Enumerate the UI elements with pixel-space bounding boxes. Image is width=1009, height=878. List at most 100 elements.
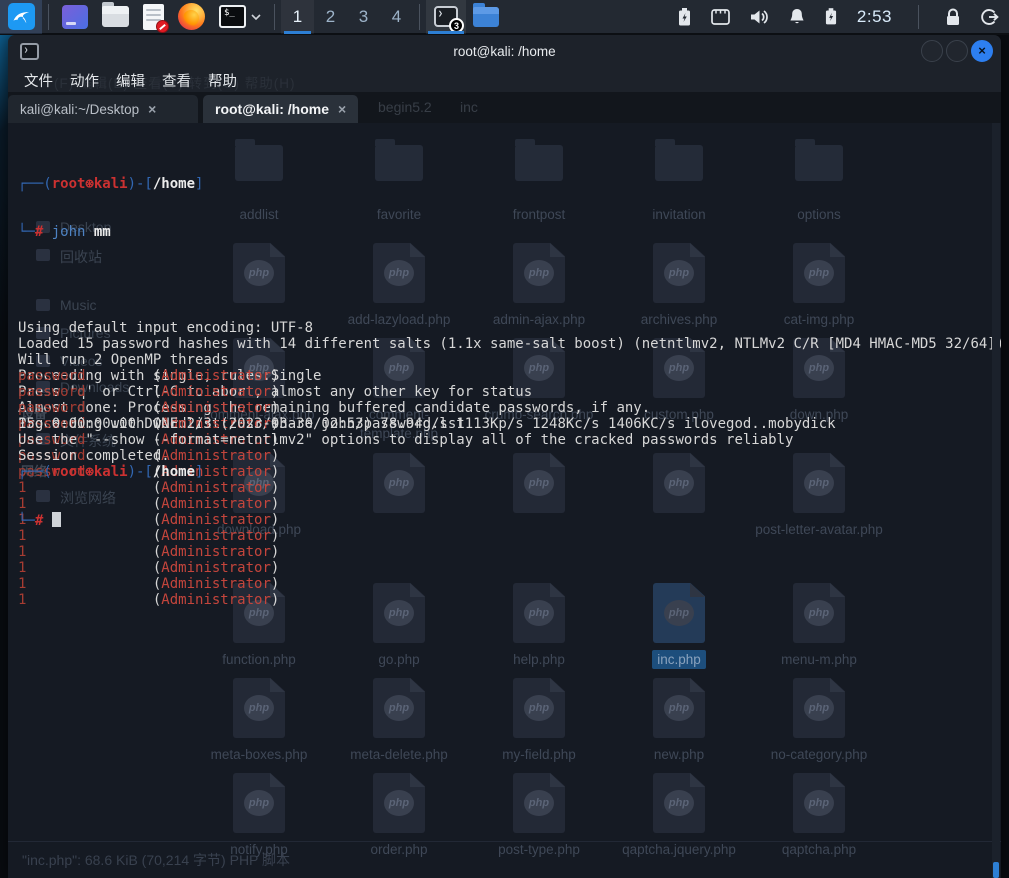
tray-separator (918, 5, 919, 29)
window-app-icon (62, 5, 88, 29)
blue-folder-icon (473, 7, 499, 27)
background-file-row: phpnotify.phpphporder.phpphppost-type.ph… (189, 773, 889, 859)
system-tray: 2:53 (678, 5, 1009, 29)
volume-icon[interactable] (750, 9, 769, 25)
php-file-icon: php (793, 773, 845, 833)
taskbar-file-manager[interactable] (466, 0, 506, 34)
workspace-3[interactable]: 3 (347, 0, 380, 34)
tab-label: kali@kali:~/Desktop (20, 102, 139, 117)
workspace-1[interactable]: 1 (281, 0, 314, 34)
cracked-password-line: 1(Administrator) (18, 576, 991, 592)
cracked-password-line: 1(Administrator) (18, 560, 991, 576)
command-line: └─# john mm (18, 224, 991, 240)
tray-app-icon[interactable] (711, 9, 730, 25)
lock-screen-icon[interactable] (945, 8, 961, 26)
close-button[interactable]: × (971, 40, 993, 62)
background-php-file: phpqaptcha.jquery.php (609, 773, 749, 859)
prompt-line: ┌──(root⊛kali)-[/home] (18, 176, 991, 192)
launcher-window-manager[interactable] (55, 0, 95, 34)
menu-actions[interactable]: 动作 (70, 70, 99, 91)
notification-bell-icon[interactable] (789, 8, 805, 25)
php-file-icon: php (653, 678, 705, 738)
php-file-icon: php (513, 773, 565, 833)
kali-logo-icon (8, 3, 35, 30)
workspace-4[interactable]: 4 (380, 0, 413, 34)
launcher-file-manager[interactable] (95, 0, 136, 34)
document-icon (143, 4, 164, 30)
john-output-block: Using default input encoding: UTF-8Loade… (18, 272, 991, 288)
background-php-file: phpnotify.php (189, 773, 329, 859)
window-titlebar[interactable]: ❯ root@kali: /home × (8, 35, 1001, 68)
folder-icon (102, 6, 129, 27)
terminal-viewport[interactable]: Desktop回收站MusicPicturesVideosDownloads设备… (8, 123, 1001, 878)
terminal-icon: $_ (219, 5, 246, 28)
background-breadcrumb: begin5.2 (378, 99, 432, 115)
kali-menu-button[interactable] (0, 0, 42, 34)
background-php-file: phpmy-field.php (469, 678, 609, 764)
php-file-icon: php (653, 773, 705, 833)
panel-separator (48, 4, 49, 30)
summary-line: Session completed. (18, 448, 991, 464)
launcher-firefox[interactable] (171, 0, 212, 34)
top-panel: $_ 1 2 3 4 ❯ 3 2:53 (0, 0, 1009, 35)
panel-separator (419, 4, 420, 30)
php-file-icon: php (373, 678, 425, 738)
window-count-badge: 3 (449, 18, 464, 33)
php-file-icon: php (373, 773, 425, 833)
cracked-password-line: 1(Administrator) (18, 528, 991, 544)
background-php-file: phpmeta-boxes.php (189, 678, 329, 764)
background-php-file: phpno-category.php (749, 678, 889, 764)
battery-indicator-icon[interactable] (825, 8, 837, 25)
clock[interactable]: 2:53 (857, 7, 892, 27)
firefox-icon (178, 3, 205, 30)
chevron-down-icon[interactable] (251, 14, 261, 20)
terminal-scrollbar[interactable] (992, 123, 1000, 878)
workspace-2[interactable]: 2 (314, 0, 347, 34)
php-file-icon: php (233, 678, 285, 738)
background-statusbar-text: "inc.php": 68.6 KiB (70,214 字节) PHP 脚本 (22, 850, 290, 870)
menu-bar: (F) 编辑(E) 查看(V) 转到(G) 帮助(H) 文件 动作 编辑 查看 … (8, 68, 1001, 92)
tab-desktop[interactable]: kali@kali:~/Desktop × (8, 95, 198, 123)
tab-home-active[interactable]: root@kali: /home × (203, 95, 358, 123)
maximize-button[interactable] (946, 40, 968, 62)
terminal-output: ┌──(root⊛kali)-[/home] └─# john mm Using… (8, 123, 991, 560)
tab-label: root@kali: /home (215, 101, 329, 117)
cracked-password-line: 1(Administrator) (18, 496, 991, 512)
tab-close-icon[interactable]: × (338, 101, 346, 117)
cracked-password-line: 1(Administrator) (18, 480, 991, 496)
tab-bar: kali@kali:~/Desktop × root@kali: /home ×… (8, 92, 1001, 123)
menu-file[interactable]: 文件 (24, 70, 53, 91)
output-line: Will run 2 OpenMP threads (18, 352, 991, 368)
menu-edit[interactable]: 编辑 (116, 70, 145, 91)
background-php-file: phporder.php (329, 773, 469, 859)
logout-icon[interactable] (981, 8, 999, 26)
background-php-file: phpnew.php (609, 678, 749, 764)
background-php-file: phppost-type.php (469, 773, 609, 859)
cracked-password-line: 1(Administrator) (18, 544, 991, 560)
php-file-icon: php (233, 773, 285, 833)
edit-badge-icon (156, 20, 169, 33)
tab-close-icon[interactable]: × (148, 101, 156, 117)
minimize-button[interactable] (921, 40, 943, 62)
text-cursor (52, 512, 61, 527)
qterminal-window: ❯ root@kali: /home × (F) 编辑(E) 查看(V) 转到(… (8, 35, 1001, 878)
window-title: root@kali: /home (8, 44, 1001, 59)
background-statusbar-divider (8, 841, 1001, 842)
battery-icon[interactable] (678, 8, 691, 26)
php-file-icon: php (513, 678, 565, 738)
background-php-file: phpmeta-delete.php (329, 678, 469, 764)
window-terminal-icon: ❯ (20, 43, 39, 60)
launcher-terminal[interactable]: $_ (212, 0, 268, 34)
output-line: Loaded 15 password hashes with 14 differ… (18, 336, 991, 352)
menu-view[interactable]: 查看 (162, 70, 191, 91)
launcher-text-editor[interactable] (136, 0, 171, 34)
menu-help[interactable]: 帮助 (208, 70, 237, 91)
scrollbar-thumb[interactable] (993, 862, 999, 878)
prompt-line: ┌──(root⊛kali)-[/home] (18, 464, 991, 480)
panel-separator (274, 4, 275, 30)
php-file-icon: php (793, 678, 845, 738)
cracked-password-line: 1(Administrator) (18, 592, 991, 608)
background-php-file: phpqaptcha.php (749, 773, 889, 859)
background-file-row: phpmeta-boxes.phpphpmeta-delete.phpphpmy… (189, 678, 889, 764)
taskbar-terminal-group[interactable]: ❯ 3 (426, 0, 466, 34)
